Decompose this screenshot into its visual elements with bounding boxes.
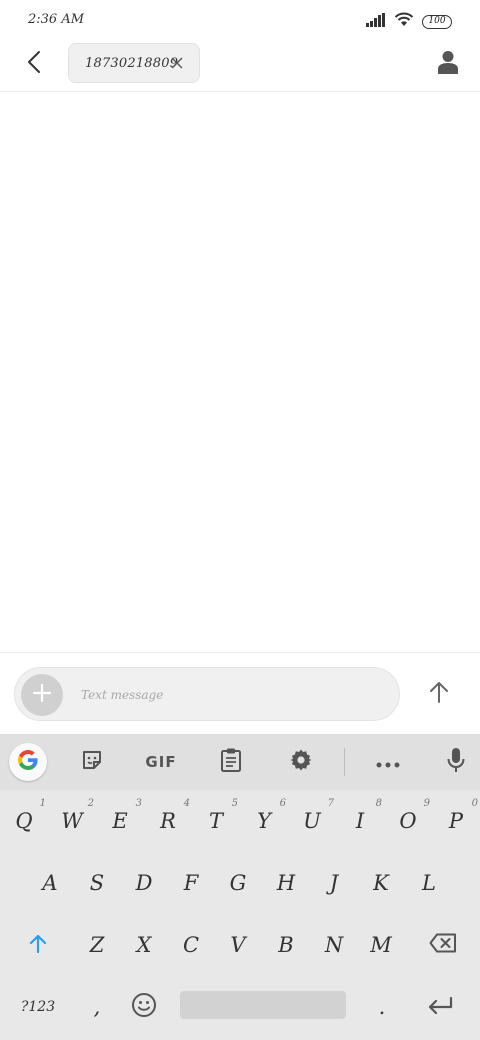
text-message-input[interactable]: Text message [81, 688, 163, 702]
key-u[interactable]: U7 [288, 790, 336, 852]
wifi-icon [394, 12, 414, 31]
backspace-key[interactable] [418, 914, 468, 976]
key-x[interactable]: X [120, 914, 168, 976]
battery-icon: 100 [422, 14, 452, 29]
clipboard-icon [220, 747, 242, 777]
key-row-1: Q1 W2 E3 R4 T5 Y6 U7 I8 O9 P0 [0, 790, 480, 852]
shift-key[interactable] [14, 914, 62, 976]
symbols-key[interactable]: ?123 [14, 976, 62, 1038]
google-button[interactable] [9, 743, 47, 781]
key-n[interactable]: N [310, 914, 358, 976]
emoji-icon [131, 992, 157, 1023]
key-o[interactable]: O9 [384, 790, 432, 852]
key-row-3: Z X C V B N M [0, 914, 480, 976]
keyboard: GIF Q 1 W 2 E 3 R 4 T 5 Y 6 U 7 I 8 O 9 … [0, 734, 480, 1040]
toolbar-divider [344, 748, 345, 776]
close-icon[interactable] [169, 55, 185, 71]
gif-label: GIF [145, 753, 177, 771]
key-v[interactable]: V [214, 914, 262, 976]
attach-button[interactable] [21, 674, 63, 716]
key-b[interactable]: B [262, 914, 310, 976]
status-time: 2:36 AM [28, 12, 85, 27]
more-button[interactable] [370, 744, 406, 780]
recipient-number: 18730218809 [85, 55, 179, 71]
microphone-icon [447, 747, 465, 777]
shift-arrow-icon [28, 933, 48, 958]
gear-icon [289, 748, 313, 776]
clipboard-button[interactable] [213, 744, 249, 780]
signal-icon [366, 12, 386, 31]
key-i[interactable]: I8 [336, 790, 384, 852]
key-p[interactable]: P0 [432, 790, 480, 852]
emoji-key[interactable] [120, 976, 168, 1038]
plus-icon [32, 683, 52, 707]
period-key[interactable]: . [358, 976, 406, 1038]
key-w[interactable]: W2 [48, 790, 96, 852]
key-l[interactable]: L [405, 852, 453, 914]
message-list [0, 92, 480, 652]
key-c[interactable]: C [167, 914, 215, 976]
key-t[interactable]: T5 [192, 790, 240, 852]
send-arrow-icon [429, 681, 449, 707]
enter-arrow-icon [427, 995, 453, 1019]
back-arrow-icon [27, 50, 41, 78]
key-g[interactable]: G [214, 852, 262, 914]
key-q[interactable]: Q1 [0, 790, 48, 852]
send-button[interactable] [420, 675, 458, 713]
composer-bar: Text message [0, 652, 480, 734]
status-bar: 2:36 AM 100 [0, 0, 480, 40]
back-button[interactable] [20, 50, 48, 78]
key-h[interactable]: H [262, 852, 310, 914]
backspace-icon [429, 933, 457, 958]
comma-key[interactable]: , [73, 976, 121, 1038]
key-m[interactable]: M [357, 914, 405, 976]
status-icons: 100 [366, 12, 452, 31]
key-row-2: A S D F G H J K L [0, 852, 480, 914]
enter-key[interactable] [416, 976, 464, 1038]
spacebar[interactable] [180, 991, 346, 1019]
contact-button[interactable] [432, 48, 464, 80]
key-s[interactable]: S [73, 852, 121, 914]
key-y[interactable]: Y6 [240, 790, 288, 852]
key-f[interactable]: F [167, 852, 215, 914]
contact-icon [438, 50, 458, 78]
google-icon [16, 748, 40, 776]
key-k[interactable]: K [357, 852, 405, 914]
sticker-button[interactable] [74, 744, 110, 780]
settings-button[interactable] [283, 744, 319, 780]
sticker-icon [80, 748, 104, 776]
key-d[interactable]: D [120, 852, 168, 914]
key-row-4: ?123 , . [0, 976, 480, 1038]
gif-button[interactable]: GIF [136, 744, 186, 780]
key-e[interactable]: E3 [96, 790, 144, 852]
recipient-chip[interactable]: 18730218809 [68, 43, 200, 83]
key-j[interactable]: J [310, 852, 358, 914]
voice-input-button[interactable] [438, 744, 474, 780]
key-a[interactable]: A [26, 852, 74, 914]
message-field[interactable]: Text message [14, 667, 400, 721]
keyboard-toolbar: GIF [0, 734, 480, 790]
conversation-header: 18730218809 [0, 40, 480, 92]
more-icon [376, 753, 400, 772]
key-r[interactable]: R4 [144, 790, 192, 852]
key-z[interactable]: Z [73, 914, 121, 976]
